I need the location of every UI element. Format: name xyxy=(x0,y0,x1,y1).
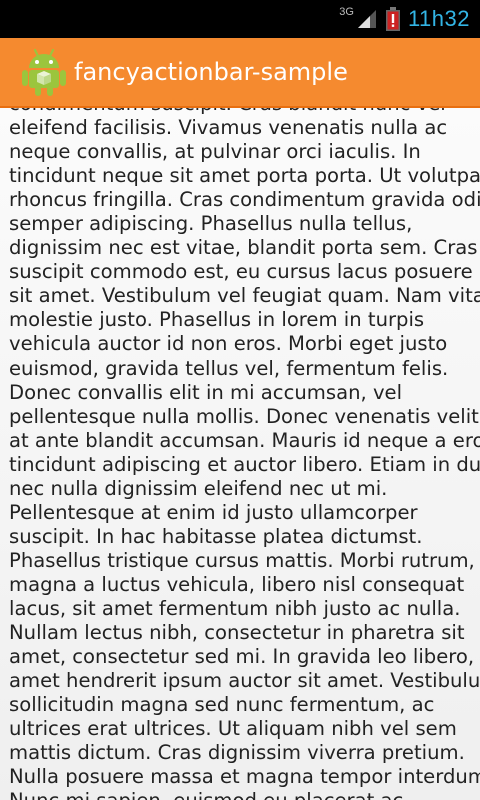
signal-icon xyxy=(357,10,376,28)
text-line: suscipit. In hac habitasse platea dictum… xyxy=(9,524,423,548)
text-line: mattis dictum. Cras dignissim viverra pr… xyxy=(9,741,465,765)
battery-alert-icon xyxy=(385,7,400,31)
android-icon[interactable] xyxy=(22,48,66,96)
text-line: nec nulla dignissim eleifend nec ut mi. xyxy=(9,476,388,500)
action-bar: fancyactionbar-sample xyxy=(0,38,480,108)
text-line: Nulla posuere massa et magna tempor inte… xyxy=(9,765,480,789)
scroll-content[interactable]: condimentum suscipit. Cras blandit nunc … xyxy=(0,108,480,800)
text-line: pellentesque nulla mollis. Donec venenat… xyxy=(9,404,479,428)
text-line: Nullam lectus nibh, consectetur in phare… xyxy=(9,621,465,645)
text-line: amet, consectetur sed mi. In gravida leo… xyxy=(9,645,480,669)
text-line: molestie justo. Phasellus in lorem in tu… xyxy=(9,308,425,332)
text-line: magna a luctus vehicula, libero nisl con… xyxy=(9,572,465,596)
clock: 11h32 xyxy=(407,6,470,31)
text-line: Pellentesque at enim id justo ullamcorpe… xyxy=(9,500,418,524)
screen: 3G 11h32 fancyactionbar-sample eleifend … xyxy=(0,0,480,800)
text-line: semper adipiscing. Phasellus nulla tellu… xyxy=(9,212,413,236)
text-line: suscipit commodo est, eu cursus lacus po… xyxy=(9,260,473,284)
text-line: at ante blandit accumsan. Mauris id nequ… xyxy=(9,428,480,452)
text-line: euismod, gravida tellus vel, fermentum f… xyxy=(9,356,449,380)
text-line: neque convallis, at pulvinar orci iaculi… xyxy=(9,140,421,164)
text-line: rhoncus fringilla. Cras condimentum grav… xyxy=(9,188,480,212)
status-bar: 3G 11h32 xyxy=(0,0,480,38)
text-line: ultrices erat ultrices. Ut aliquam nibh … xyxy=(9,717,457,741)
text-line: amet hendrerit ipsum auctor sit amet. Ve… xyxy=(9,669,480,693)
text-line: tincidunt neque sit amet porta porta. Ut… xyxy=(9,164,480,188)
text-line: tincidunt adipiscing et auctor libero. E… xyxy=(9,452,480,476)
text-line: dignissim nec est vitae, blandit porta s… xyxy=(9,236,478,260)
text-line: Nunc mi sapien, euismod eu placerat ac, xyxy=(9,789,475,800)
text-line: lacus, sit amet fermentum nibh justo ac … xyxy=(9,596,461,620)
text-line: condimentum suscipit. Cras blandit nunc … xyxy=(9,108,475,116)
text-line: Donec convallis elit in mi accumsan, vel xyxy=(9,380,403,404)
network-type-label: 3G xyxy=(339,6,354,18)
body-text: condimentum suscipit. Cras blandit nunc … xyxy=(9,108,480,800)
text-line: sit amet. Vestibulum vel feugiat quam. N… xyxy=(9,284,480,308)
text-line: vehicula auctor id non eros. Morbi eget … xyxy=(9,332,448,356)
app-title: fancyactionbar-sample xyxy=(74,58,348,86)
text-line: eleifend facilisis. Vivamus venenatis nu… xyxy=(9,116,448,140)
text-line: Phasellus tristique cursus mattis. Morbi… xyxy=(9,548,475,572)
text-line: sollicitudin magna sed nunc fermentum, a… xyxy=(9,693,435,717)
